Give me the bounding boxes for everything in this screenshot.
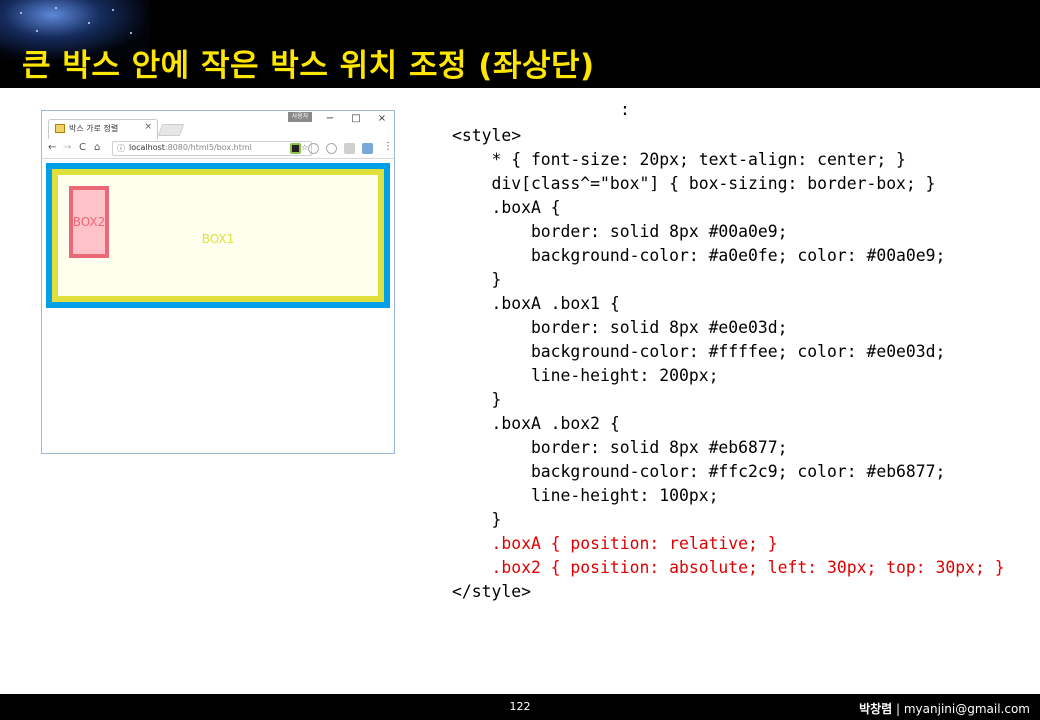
- url-text: localhost:8080/html5/box.html: [129, 143, 252, 152]
- browser-tab-strip: 박스 가로 정렬 × 사용자 − □ ×: [42, 111, 394, 139]
- code-line: * { font-size: 20px; text-align: center;…: [452, 150, 906, 169]
- reload-icon[interactable]: C: [79, 142, 86, 154]
- code-colon: :: [620, 100, 630, 119]
- code-line: line-height: 200px;: [452, 366, 719, 385]
- code-line: background-color: #ffc2c9; color: #eb687…: [452, 462, 946, 481]
- star-decoration: [36, 30, 38, 32]
- code-line: .boxA .box1 {: [452, 294, 620, 313]
- code-line: div[class^="box"] { box-sizing: border-b…: [452, 174, 936, 193]
- tab-close-icon[interactable]: ×: [144, 122, 152, 132]
- star-decoration: [130, 32, 132, 34]
- code-line-highlight: .boxA { position: relative; }: [452, 534, 778, 553]
- code-line-highlight: .box2 { position: absolute; left: 30px; …: [452, 558, 1005, 577]
- browser-toolbar: ← → C ⌂ ⓘ localhost:8080/html5/box.html …: [42, 139, 394, 159]
- boxA-container: BOX1 BOX2: [46, 163, 390, 308]
- code-line: border: solid 8px #e0e03d;: [452, 318, 788, 337]
- user-profile-badge[interactable]: 사용자: [288, 112, 312, 122]
- page-favicon-icon: [55, 124, 65, 133]
- star-decoration: [55, 7, 57, 9]
- extension-icon[interactable]: [326, 143, 337, 154]
- browser-tab[interactable]: 박스 가로 정렬 ×: [48, 119, 158, 139]
- slide-footer: 122 박창렴 | myanjini@gmail.com: [0, 694, 1040, 720]
- star-decoration: [112, 9, 114, 11]
- author-name: 박창렴: [859, 702, 893, 716]
- browser-menu-icon[interactable]: ⋮: [383, 141, 393, 152]
- extension-icon[interactable]: [308, 143, 319, 154]
- close-window-button[interactable]: ×: [375, 113, 389, 125]
- extension-icon[interactable]: [290, 143, 301, 154]
- maximize-button[interactable]: □: [349, 113, 363, 125]
- address-bar[interactable]: ⓘ localhost:8080/html5/box.html ⊕ ☆: [112, 141, 312, 156]
- new-tab-button[interactable]: [157, 124, 185, 136]
- browser-window: 박스 가로 정렬 × 사용자 − □ × ← → C ⌂ ⓘ localhost…: [41, 110, 395, 454]
- code-line: }: [452, 270, 502, 289]
- slide-title: 큰 박스 안에 작은 박스 위치 조정 (좌상단): [22, 48, 595, 84]
- code-line: }: [452, 510, 502, 529]
- box2: BOX2: [69, 186, 109, 258]
- slide-title-bar: 큰 박스 안에 작은 박스 위치 조정 (좌상단): [0, 0, 1040, 88]
- box2-label: BOX2: [72, 215, 106, 229]
- author-email: myanjini@gmail.com: [903, 702, 1030, 716]
- url-host: localhost: [129, 143, 165, 152]
- extension-icon[interactable]: [344, 143, 355, 154]
- site-info-icon[interactable]: ⓘ: [117, 143, 125, 154]
- author-separator: |: [892, 702, 904, 716]
- star-decoration: [88, 22, 90, 24]
- extension-icon[interactable]: [362, 143, 373, 154]
- code-line: background-color: #ffffee; color: #e0e03…: [452, 342, 946, 361]
- code-line: <style>: [452, 126, 522, 145]
- code-line: border: solid 8px #00a0e9;: [452, 222, 788, 241]
- tab-title: 박스 가로 정렬: [69, 124, 119, 133]
- back-arrow-icon[interactable]: ←: [48, 142, 56, 154]
- code-line: }: [452, 390, 502, 409]
- forward-arrow-icon[interactable]: →: [63, 142, 71, 154]
- code-line: background-color: #a0e0fe; color: #00a0e…: [452, 246, 946, 265]
- code-line: line-height: 100px;: [452, 486, 719, 505]
- minimize-button[interactable]: −: [323, 113, 337, 125]
- code-line: border: solid 8px #eb6877;: [452, 438, 788, 457]
- code-line: .boxA {: [452, 198, 561, 217]
- author-credit: 박창렴 | myanjini@gmail.com: [859, 700, 1030, 717]
- star-decoration: [20, 12, 22, 14]
- home-icon[interactable]: ⌂: [94, 142, 100, 154]
- code-line: .boxA .box2 {: [452, 414, 620, 433]
- url-path: :8080/html5/box.html: [164, 143, 252, 152]
- code-line: </style>: [452, 582, 531, 601]
